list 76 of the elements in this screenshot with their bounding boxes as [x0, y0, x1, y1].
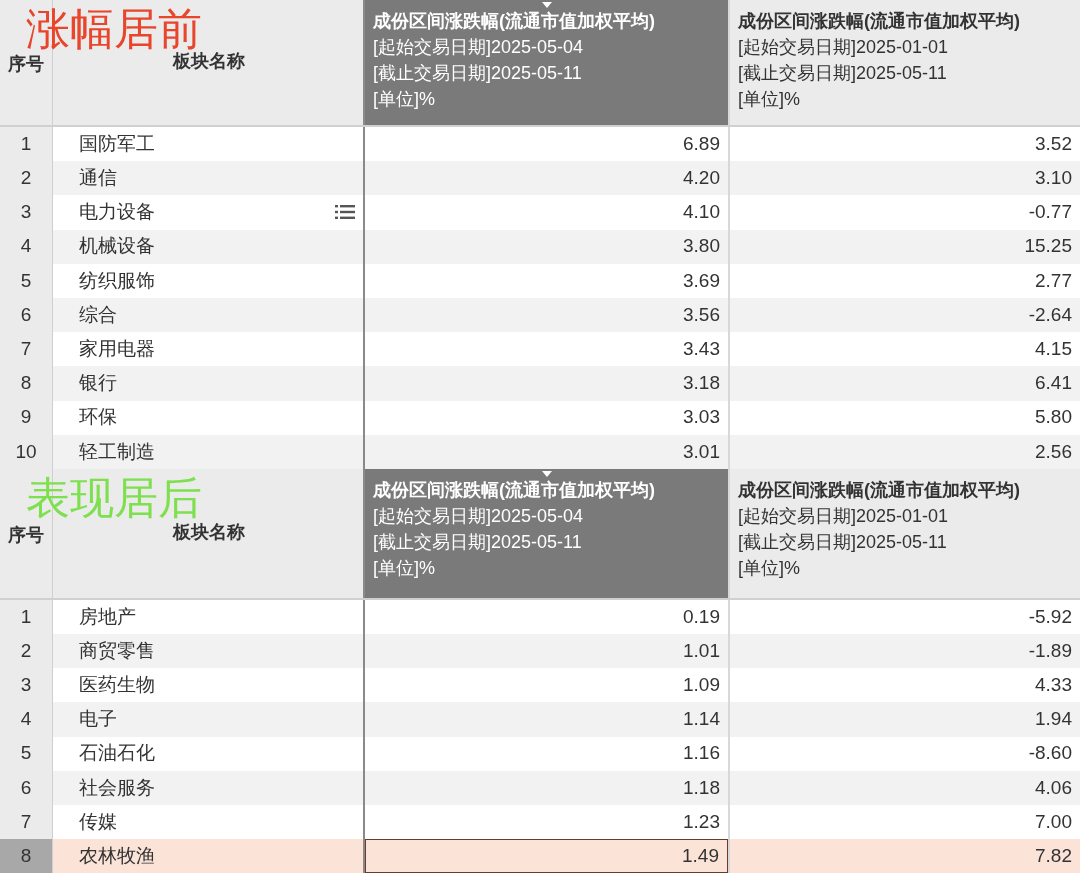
column-header[interactable]: 成份区间涨跌幅(流通市值加权平均) [起始交易日期]2025-01-01 [截止交易日期]2025-05-11 [单位]% [728, 468, 1080, 598]
column-header: 序号 [8, 53, 44, 76]
table-cell-text: 3.18 [682, 371, 721, 396]
row-number: 6 [0, 297, 53, 333]
row-number: 9 [0, 400, 53, 435]
column-header[interactable]: 成份区间涨跌幅(流通市值加权平均) [起始交易日期]2025-05-04 [截止交易日期]2025-05-11 [单位]% [365, 468, 728, 598]
table-cell-text: 通信 [79, 166, 117, 191]
row-number: 2 [0, 161, 53, 196]
table-cell-text: 银行 [79, 371, 117, 396]
row-number: 3 [0, 668, 53, 703]
row-number: 5 [0, 263, 53, 298]
table-cell-text: 4.10 [682, 200, 721, 225]
table-cell-text: 农林牧渔 [79, 844, 155, 869]
table-cell-text: 3.03 [682, 405, 721, 430]
table-cell: 1.49 [365, 839, 728, 874]
table-cell-text: 家用电器 [79, 336, 155, 361]
row-number: 6 [0, 770, 53, 805]
table-cell-text: 1.23 [682, 809, 721, 834]
table-row[interactable]: 8 农林牧渔 1.49 7.82 [0, 839, 1080, 874]
table-cell-text: 国防军工 [79, 131, 155, 156]
table-row[interactable]: 2 商贸零售 1.01 -1.89 [0, 634, 1080, 669]
table-cell-text: 商贸零售 [79, 638, 155, 663]
table-cell: 7.82 [728, 839, 1080, 874]
sort-caret-icon [542, 2, 552, 8]
table-cell-text: 6.89 [682, 131, 721, 156]
table-label: 涨幅居前 [26, 3, 202, 53]
table-row[interactable]: 10 轻工制造 3.01 2.56 [0, 434, 1080, 469]
row-number: 7 [0, 332, 53, 367]
table-cell-text: 纺织服饰 [79, 268, 155, 293]
table-cell-text: 3.56 [682, 302, 721, 327]
row-number: 4 [0, 702, 53, 737]
row-number: 7 [0, 805, 53, 840]
row-number: 8 [0, 366, 53, 401]
row-number: 3 [0, 195, 53, 230]
table-cell-text: 3.01 [682, 439, 721, 464]
table-row[interactable]: 6 社会服务 1.18 4.06 [0, 770, 1080, 805]
table-cell-text: 机械设备 [79, 234, 155, 259]
table-cell-text: 电子 [79, 707, 117, 732]
table-cell-text: 0.19 [682, 604, 721, 629]
row-number: 1 [0, 127, 53, 162]
table-cell-text: 1.16 [682, 741, 721, 766]
column-header[interactable]: 成份区间涨跌幅(流通市值加权平均) [起始交易日期]2025-05-04 [截止交易日期]2025-05-11 [单位]% [365, 0, 728, 125]
table-row[interactable]: 2 通信 4.20 3.10 [0, 161, 1080, 196]
row-number: 2 [0, 634, 53, 669]
table-cell-text: 环保 [79, 405, 117, 430]
table-cell-text: 3.43 [682, 336, 721, 361]
column-header[interactable]: 成份区间涨跌幅(流通市值加权平均) [起始交易日期]2025-01-01 [截止交易日期]2025-05-11 [单位]% [728, 0, 1080, 125]
row-number: 1 [0, 599, 53, 635]
list-icon[interactable] [335, 204, 355, 221]
table-row[interactable]: 8 银行 3.18 6.41 [0, 366, 1080, 401]
table-cell-text: 3.80 [682, 234, 721, 259]
table-cell-text: 社会服务 [79, 775, 155, 800]
table-cell-text: 4.20 [682, 166, 721, 191]
column-header: 板块名称 [173, 520, 245, 544]
table-cell-text: 1.18 [682, 775, 721, 800]
table-cell-text: 综合 [79, 302, 117, 327]
row-number: 4 [0, 229, 53, 264]
row-number: 8 [0, 839, 53, 874]
table-cell-text: 1.01 [682, 638, 721, 663]
table-cell-text: 3.69 [682, 268, 721, 293]
row-number: 10 [0, 434, 53, 469]
table-cell-text: 1.09 [682, 673, 721, 698]
table-row[interactable]: 6 综合 3.56 -2.64 [0, 297, 1080, 333]
table-row[interactable]: 4 机械设备 3.80 15.25 [0, 229, 1080, 264]
table-cell-text: 房地产 [79, 604, 136, 629]
table-label: 表现居后 [26, 471, 202, 523]
table-cell-text: 石油石化 [79, 741, 155, 766]
table-cell-text: 1.14 [682, 707, 721, 732]
table-cell-text: 传媒 [79, 809, 117, 834]
table-cell-text: 电力设备 [79, 200, 155, 225]
table-cell-text: 医药生物 [79, 673, 155, 698]
column-header: 板块名称 [173, 50, 245, 73]
table-row[interactable]: 4 电子 1.14 1.94 [0, 702, 1080, 737]
row-number: 5 [0, 736, 53, 771]
column-header: 序号 [8, 523, 44, 547]
table-cell-text: 轻工制造 [79, 439, 155, 464]
